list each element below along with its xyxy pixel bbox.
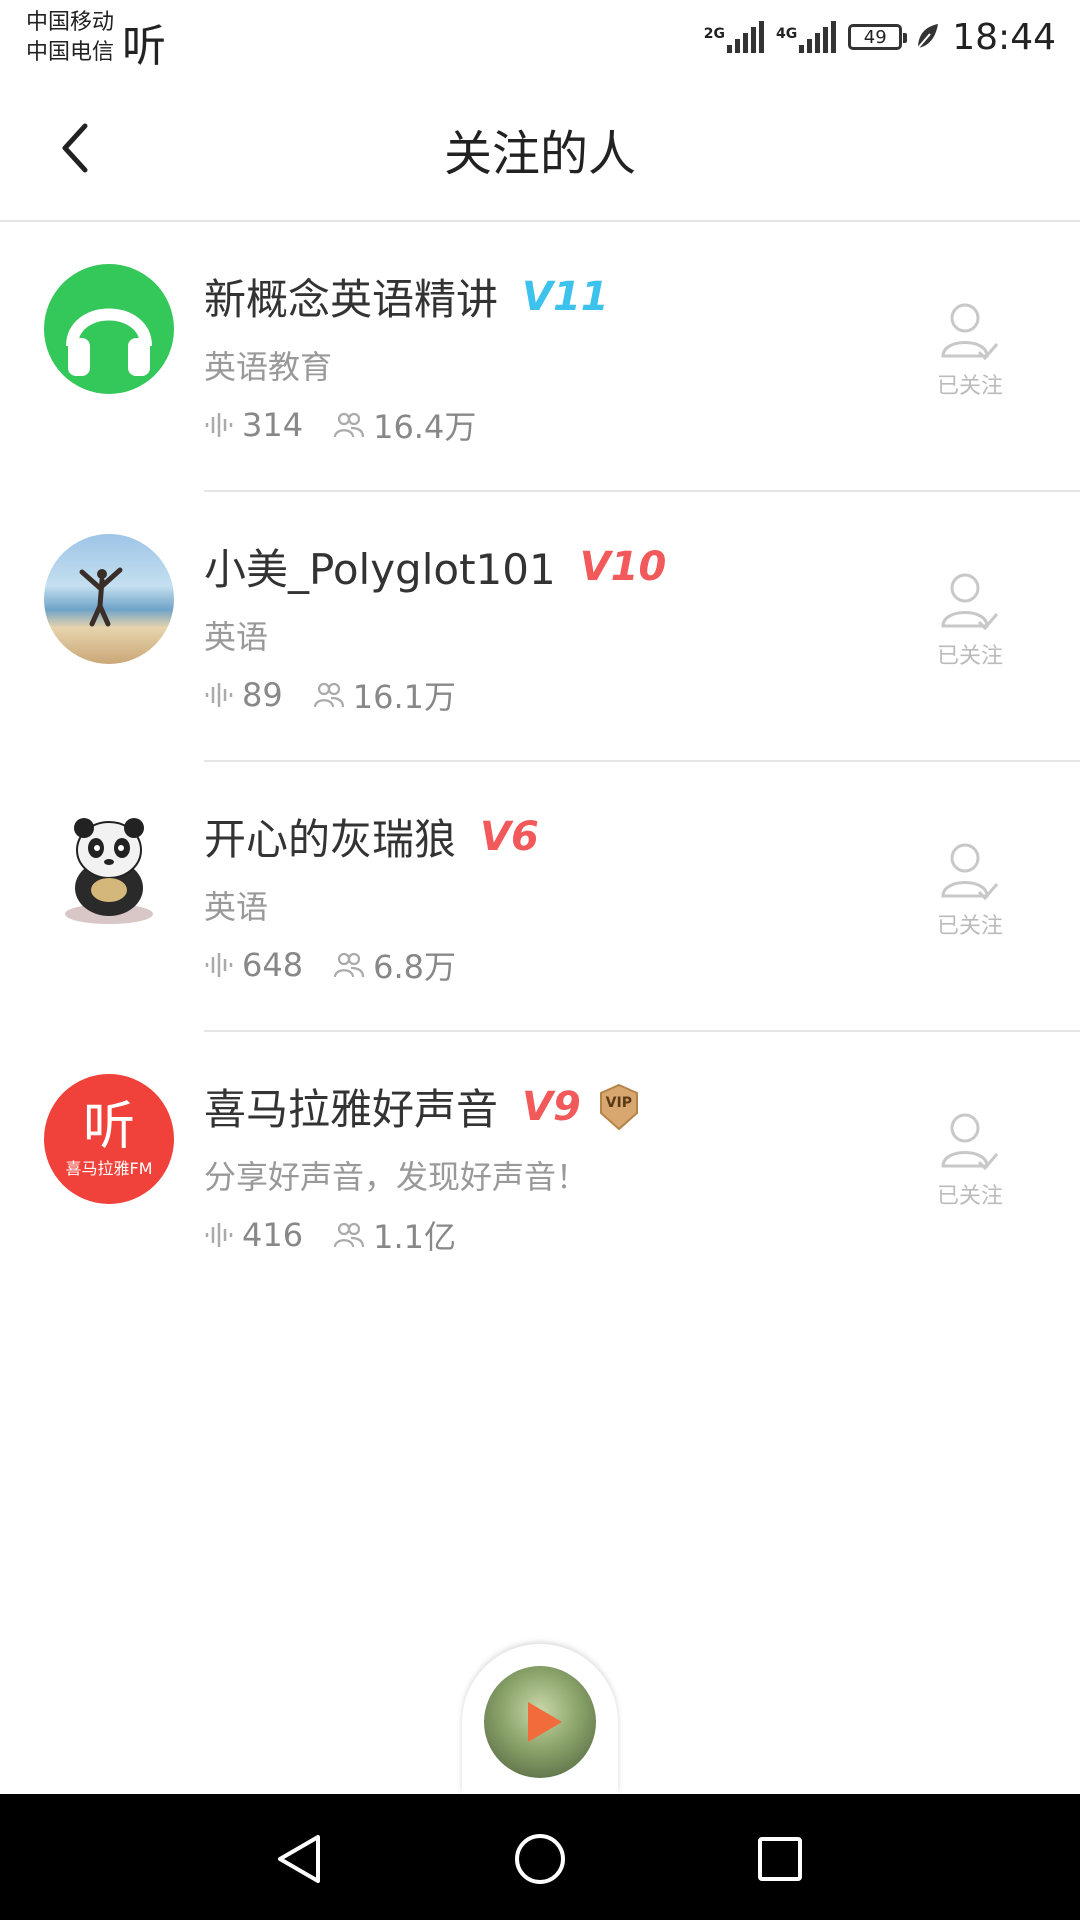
play-icon[interactable]	[528, 1702, 562, 1742]
user-name[interactable]: 小美_Polyglot101	[204, 536, 556, 597]
level-badge: V9	[522, 1083, 581, 1130]
fans-icon	[333, 952, 365, 978]
track-count: 314	[242, 406, 304, 444]
list-item[interactable]: 听 喜马拉雅FM 喜马拉雅好声音 V9 VIP 分享好声音，发现好声音！ 416…	[0, 1032, 1080, 1302]
fans-icon	[333, 1222, 365, 1248]
track-count: 416	[242, 1216, 304, 1254]
avatar[interactable]	[44, 804, 174, 934]
signal-4g-icon: 4G	[776, 21, 837, 53]
track-count: 648	[242, 946, 304, 984]
fans-count: 1.1亿	[373, 1218, 456, 1256]
followed-label: 已关注	[936, 644, 1003, 669]
battery-level: 49	[863, 26, 887, 48]
soundwave-icon	[205, 413, 233, 437]
list-item[interactable]: 新概念英语精讲 V11 英语教育 314 16.4万 已关注	[0, 222, 1080, 492]
followed-label: 已关注	[936, 374, 1003, 399]
level-badge: V10	[579, 543, 667, 590]
list-item[interactable]: 开心的灰瑞狼 V6 英语 648 6.8万 已关注	[0, 762, 1080, 1032]
user-name[interactable]: 喜马拉雅好声音	[204, 1076, 498, 1137]
followed-button[interactable]: 已关注	[920, 568, 1020, 688]
headphones-icon	[66, 308, 152, 376]
user-description: 分享好声音，发现好声音！	[204, 1158, 589, 1196]
user-name[interactable]: 新概念英语精讲	[204, 266, 498, 327]
list-item[interactable]: 小美_Polyglot101 V10 英语 89 16.1万 已关注	[0, 492, 1080, 762]
square-recents-icon	[758, 1837, 802, 1881]
followed-button[interactable]: 已关注	[920, 838, 1020, 958]
mini-player[interactable]	[462, 1644, 618, 1794]
soundwave-icon	[205, 1223, 233, 1247]
nav-back-button[interactable]	[265, 1824, 335, 1894]
soundwave-icon	[205, 683, 233, 707]
title-bar: 关注的人	[0, 74, 1080, 222]
user-name[interactable]: 开心的灰瑞狼	[204, 806, 456, 867]
ting-logo-glyph: 听	[82, 1097, 135, 1157]
carrier-2: 中国电信	[26, 40, 115, 65]
user-check-icon	[941, 1113, 999, 1171]
system-nav-bar	[0, 1794, 1080, 1920]
followed-button[interactable]: 已关注	[920, 1108, 1020, 1228]
triangle-back-icon	[278, 1835, 320, 1883]
leaf-icon	[917, 24, 939, 49]
user-check-icon	[941, 843, 999, 901]
fans-icon	[333, 412, 365, 438]
circle-home-icon	[515, 1834, 565, 1884]
fans-count: 16.1万	[352, 678, 456, 716]
signal-2g-icon: 2G	[704, 21, 765, 53]
battery-icon: 49	[848, 24, 908, 50]
user-check-icon	[941, 573, 999, 631]
fans-icon	[313, 682, 344, 708]
clock: 18:44	[952, 16, 1056, 58]
level-badge: V6	[480, 813, 539, 860]
nav-recents-button[interactable]	[745, 1824, 815, 1894]
avatar[interactable]	[44, 534, 174, 664]
following-list: 新概念英语精讲 V11 英语教育 314 16.4万 已关注 小美_Polygl…	[0, 222, 1080, 1302]
avatar[interactable]	[44, 264, 174, 394]
app-notification-icon: 听	[122, 21, 166, 72]
fans-count: 6.8万	[373, 948, 456, 986]
user-description: 英语	[204, 888, 269, 926]
user-check-icon	[941, 303, 999, 361]
followed-button[interactable]: 已关注	[920, 298, 1020, 418]
vip-label: VIP	[605, 1094, 632, 1111]
level-badge: V11	[522, 273, 609, 320]
nav-home-button[interactable]	[505, 1824, 575, 1894]
status-bar: 中国移动 中国电信 听 2G 4G 49 18:44	[0, 0, 1080, 74]
panda-icon	[65, 818, 153, 924]
carrier-1: 中国移动	[26, 10, 115, 35]
person-jumping-icon	[79, 567, 123, 627]
vip-badge-icon: VIP	[597, 1083, 641, 1131]
fans-count: 16.4万	[373, 408, 477, 446]
carrier-names: 中国移动 中国电信	[26, 8, 114, 68]
followed-label: 已关注	[936, 1184, 1003, 1209]
user-description: 英语教育	[204, 348, 333, 386]
followed-label: 已关注	[936, 914, 1003, 939]
soundwave-icon	[205, 953, 233, 977]
page-title: 关注的人	[443, 126, 636, 182]
track-count: 89	[242, 676, 283, 714]
avatar[interactable]: 听 喜马拉雅FM	[44, 1074, 174, 1204]
ximalaya-logo-text: 喜马拉雅FM	[65, 1159, 153, 1178]
user-description: 英语	[204, 618, 269, 656]
